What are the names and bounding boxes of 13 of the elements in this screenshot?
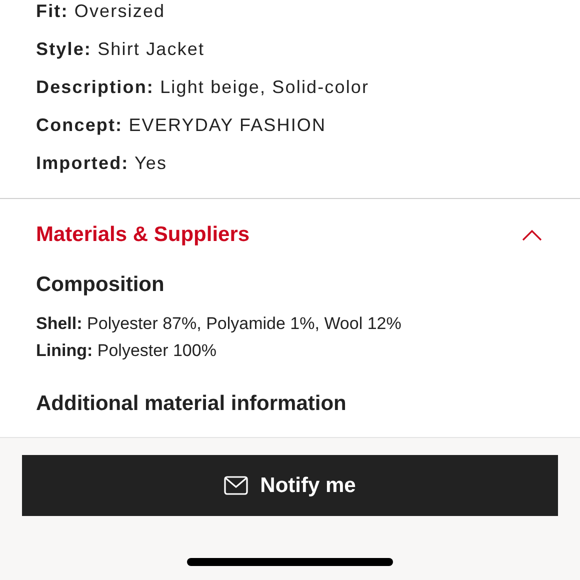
composition-line: Lining: Polyester 100%: [36, 340, 218, 362]
attribute-text: Fit: Oversized: [36, 0, 166, 23]
section-title[interactable]: Materials & Suppliers: [36, 219, 250, 250]
attribute-text: Concept: EVERYDAY FASHION: [36, 114, 328, 137]
composition-heading: Composition: [36, 272, 166, 298]
notify-button[interactable]: Notify me: [22, 455, 558, 516]
composition-line: Shell: Polyester 87%, Polyamide 1%, Wool 12%: [36, 313, 402, 335]
chevron-icon[interactable]: [522, 228, 542, 241]
envelope-icon: [224, 476, 248, 495]
attribute-text: Imported: Yes: [36, 152, 168, 175]
attribute-text: Style: Shirt Jacket: [36, 38, 206, 61]
section-heading: Additional material information: [36, 391, 348, 417]
attribute-text: Description: Light beige, Solid-color: [36, 76, 370, 99]
